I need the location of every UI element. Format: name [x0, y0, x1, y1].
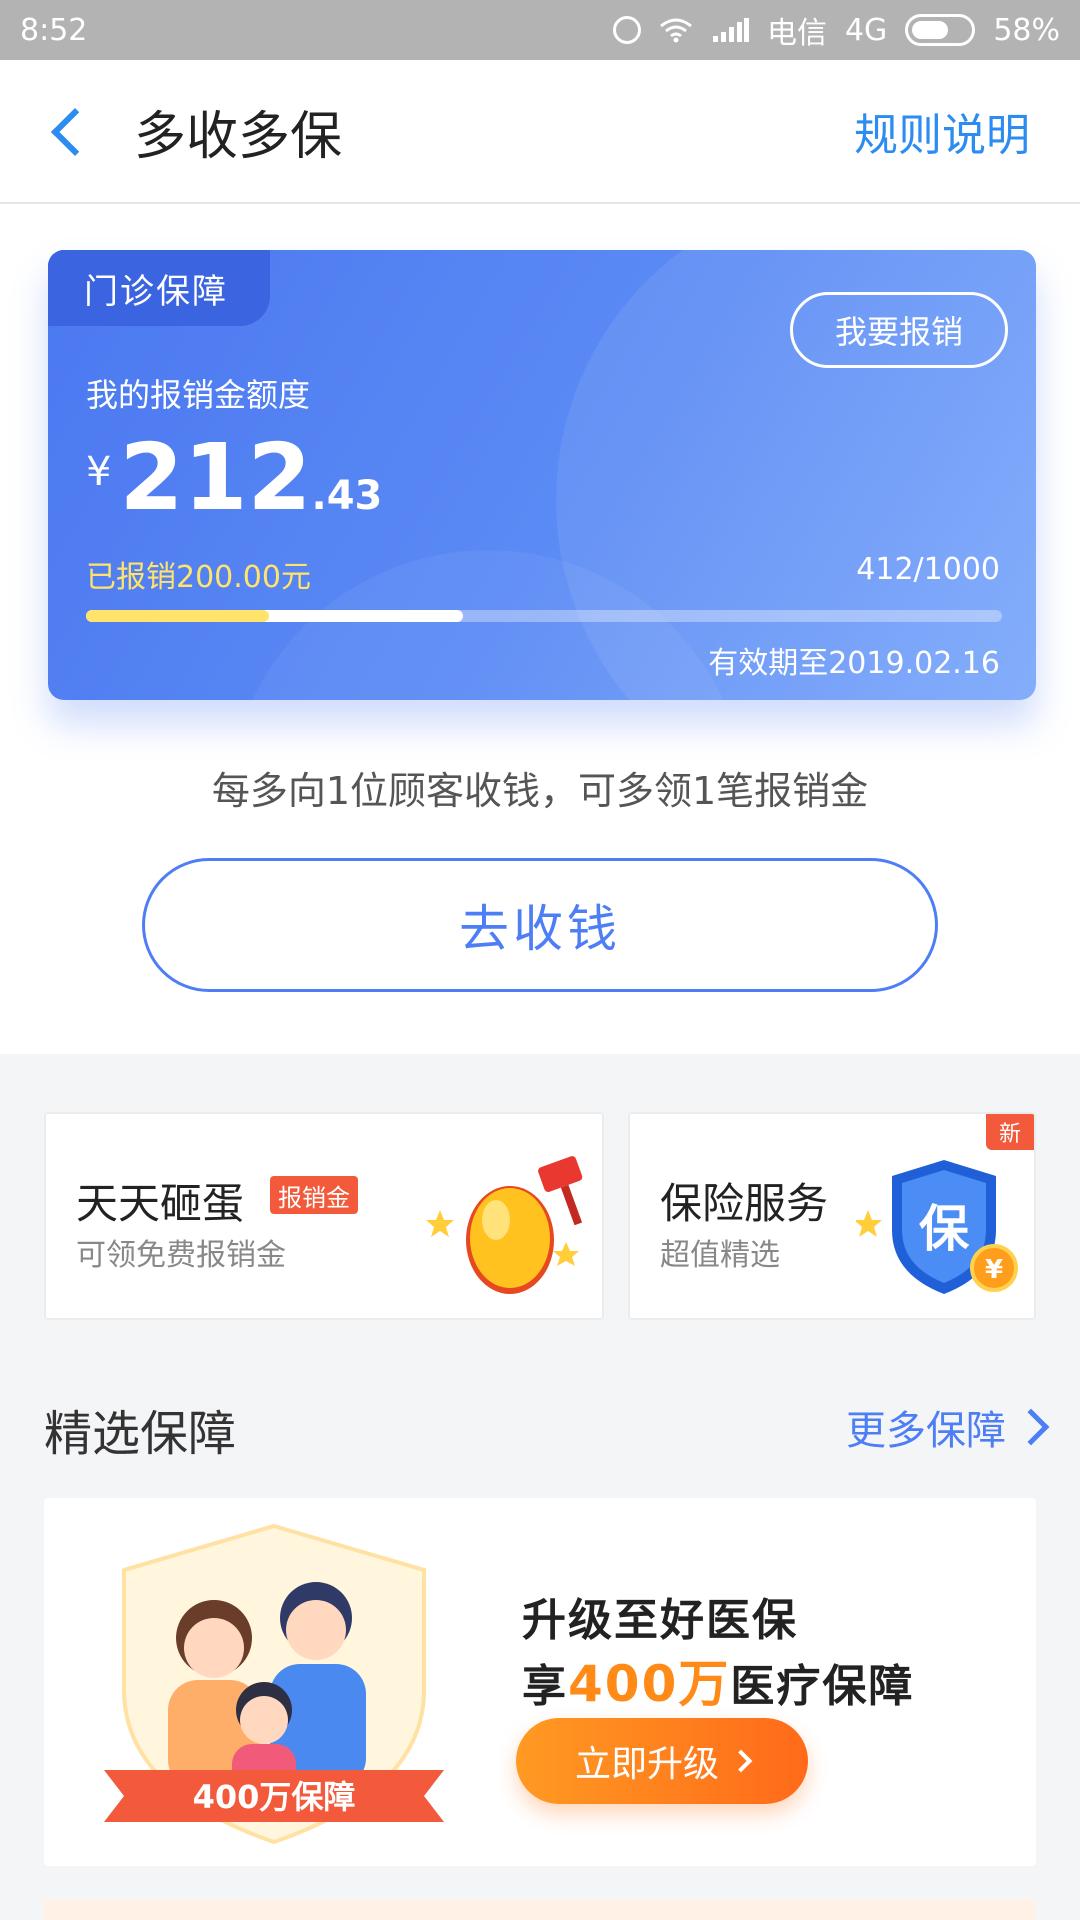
battery-percent: 58%: [993, 12, 1060, 48]
progress-bar: [86, 610, 1002, 622]
reimbursed-amount: 已报销200.00元: [86, 560, 311, 595]
upgrade-promo-card[interactable]: 400万保障 升级至好医保 享400万医疗保障 立即升级: [44, 1498, 1036, 1866]
progress-used-fill: [86, 610, 270, 622]
outpatient-badge: 门诊保障: [48, 250, 270, 326]
nav-bar: 多收多保 规则说明: [0, 60, 1080, 204]
chevron-right-icon: [729, 1749, 753, 1773]
tile-title: 天天砸蛋: [76, 1179, 245, 1228]
coin-text: ¥: [985, 1255, 1003, 1285]
more-link[interactable]: 更多保障: [846, 1398, 1050, 1456]
promo-suffix: 医疗保障: [730, 1661, 915, 1712]
insurance-service-tile[interactable]: 新 保险服务 超值精选 保 ¥: [628, 1112, 1036, 1320]
page-title: 多收多保: [134, 106, 343, 167]
upgrade-button-label: 立即升级: [574, 1744, 719, 1785]
back-arrow-icon[interactable]: [40, 101, 100, 161]
reimbursement-card: 门诊保障 我要报销 我的报销金额度 ¥ 212 .43 已报销200.00元 4…: [48, 250, 1036, 700]
rules-link[interactable]: 规则说明: [854, 99, 1030, 163]
wifi-icon: [660, 18, 692, 43]
golden-egg-icon: [426, 1156, 583, 1294]
more-label: 更多保障: [846, 1408, 1006, 1454]
section-title: 精选保障: [44, 1406, 237, 1462]
alarm-icon: [612, 16, 641, 44]
claim-button[interactable]: 我要报销: [790, 292, 1008, 368]
egg-game-tile[interactable]: 天天砸蛋 报销金 可领免费报销金: [44, 1112, 604, 1320]
top-section: 门诊保障 我要报销 我的报销金额度 ¥ 212 .43 已报销200.00元 4…: [0, 204, 1080, 1054]
tile-subtitle: 超值精选: [660, 1238, 780, 1273]
promo-ribbon-text: 400万保障: [193, 1778, 356, 1816]
tile-subtitle: 可领免费报销金: [76, 1238, 286, 1273]
promo-prefix: 享: [522, 1661, 568, 1712]
signal-icon: [712, 18, 749, 42]
quota-label: 我的报销金额度: [86, 376, 311, 414]
promo-amount: 400万: [568, 1655, 731, 1713]
valid-until: 有效期至2019.02.16: [708, 646, 1000, 681]
network-type: 4G: [844, 12, 888, 48]
new-badge: 新: [986, 1114, 1034, 1150]
collect-hint: 每多向1位顾客收钱，可多领1笔报销金: [211, 769, 869, 813]
promo-subheadline: 享400万医疗保障: [522, 1644, 914, 1716]
tile-title: 保险服务: [660, 1179, 829, 1228]
amount-decimal: .43: [311, 473, 383, 519]
shield-icon: 保 ¥: [856, 1160, 1018, 1294]
amount-integer: 212: [119, 424, 312, 531]
collect-money-button[interactable]: 去收钱: [142, 858, 938, 992]
family-illustration: 400万保障: [104, 1523, 444, 1845]
progress-count: 412/1000: [856, 552, 1000, 587]
status-icons: 电信 4G 58%: [612, 8, 1060, 52]
reimbursement-tag: 报销金: [270, 1176, 358, 1214]
carrier-name: 电信: [766, 16, 827, 51]
battery-icon: [905, 14, 976, 46]
next-card-peek: [44, 1900, 1036, 1920]
promo-headline: 升级至好医保: [522, 1595, 798, 1646]
chevron-right-icon: [1012, 1408, 1050, 1446]
shield-text: 保: [919, 1200, 970, 1258]
upgrade-button[interactable]: 立即升级: [516, 1718, 808, 1804]
quota-amount: ¥ 212 .43: [86, 424, 382, 531]
currency-symbol: ¥: [86, 449, 112, 495]
status-bar: 8:52 电信 4G 58%: [0, 0, 1080, 60]
status-time: 8:52: [20, 12, 88, 48]
